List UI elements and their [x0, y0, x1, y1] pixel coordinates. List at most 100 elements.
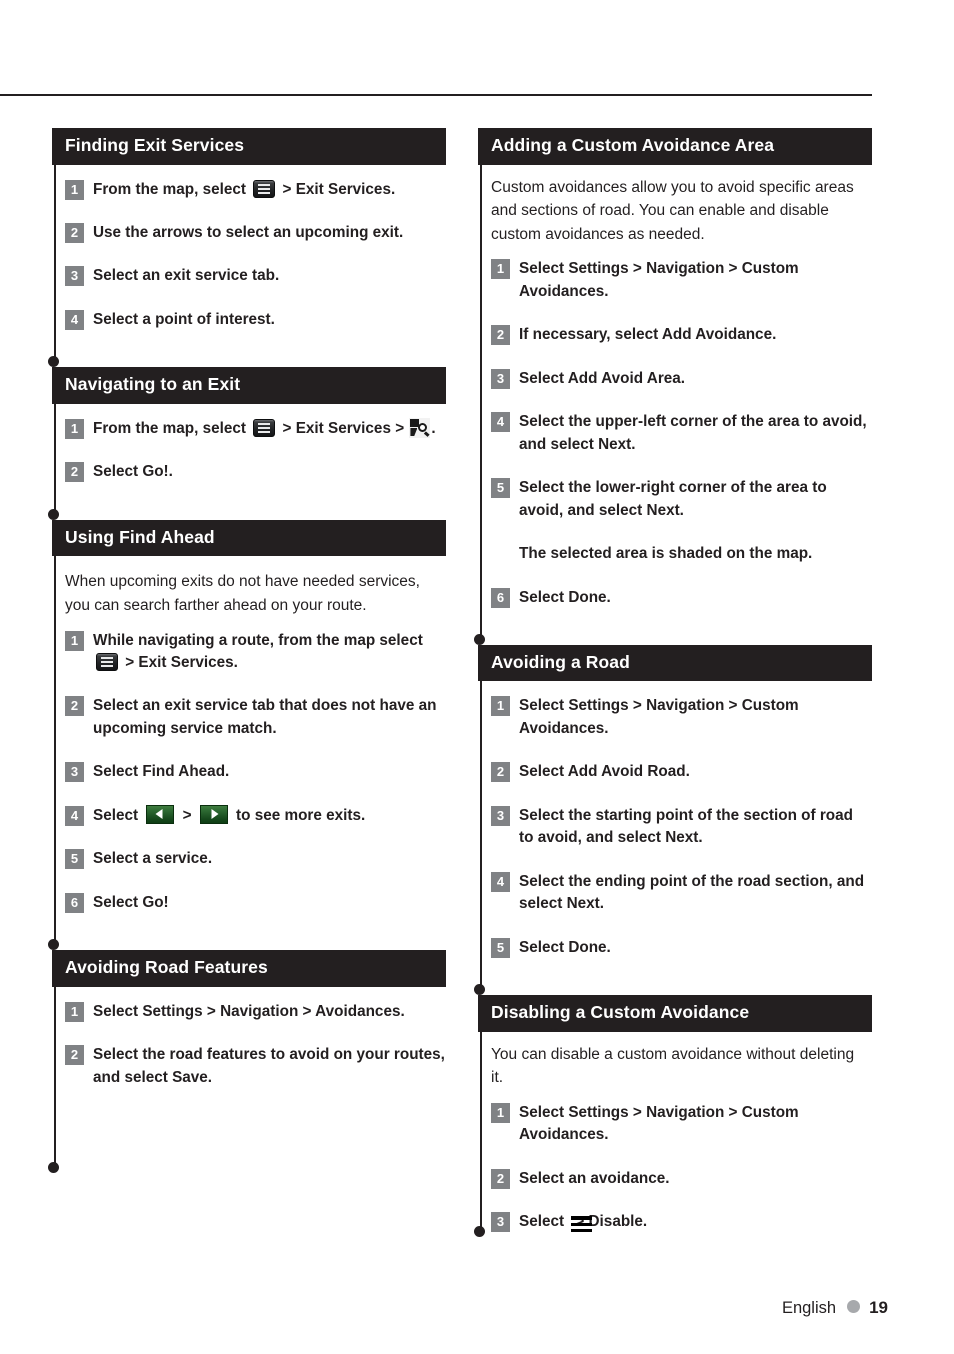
step-item: 1 Select Settings > Navigation > Custom … — [491, 1102, 872, 1147]
section-rule — [54, 986, 56, 1163]
section-body: 1 From the map, select > Exit Services >… — [48, 403, 446, 520]
section-end-dot — [48, 1161, 59, 1173]
step-text-mid: > — [178, 806, 196, 824]
step-number: 2 — [65, 1045, 84, 1066]
step-item: 6 Select Go! — [65, 892, 446, 914]
step-item: 1 While navigating a route, from the map… — [65, 630, 446, 675]
section-rule — [54, 403, 56, 510]
step-item: 4 Select the ending point of the road se… — [491, 871, 872, 916]
step-text: Select Add Avoid Road. — [519, 763, 690, 781]
section-rule — [54, 164, 56, 358]
section-intro: You can disable a custom avoidance witho… — [491, 1045, 855, 1087]
step-number: 1 — [65, 1001, 84, 1022]
step-number: 4 — [491, 871, 510, 892]
step-number: 3 — [491, 1212, 510, 1233]
step-number: 2 — [491, 325, 510, 346]
step-item: 2 Select Go!. — [65, 461, 446, 483]
section-note: The selected area is shaded on the map. — [519, 545, 813, 563]
step-item: 2 If necessary, select Add Avoidance. — [491, 324, 872, 346]
header-rule — [0, 94, 872, 96]
step-text: Select Go!. — [93, 463, 173, 481]
left-column: Finding Exit Services 1 From the map, se… — [48, 128, 446, 1173]
step-text: If necessary, select Add Avoidance. — [519, 326, 777, 344]
step-text: Select Done. — [519, 938, 611, 956]
step-number: 2 — [65, 222, 84, 243]
step-item: 3 Select Add Avoid Area. — [491, 368, 872, 390]
step-number: 5 — [65, 849, 84, 870]
step-item: 4 Select the upper-left corner of the ar… — [491, 411, 872, 456]
section-navigating-to-an-exit: Navigating to an Exit 1 From the map, se… — [48, 367, 446, 520]
footer-page-number: 19 — [869, 1298, 888, 1317]
step-text-post: to see more exits. — [231, 806, 366, 824]
step-text: Select a service. — [93, 850, 213, 868]
step-text-pre: From the map, select — [93, 180, 251, 198]
step-item: 1 Select Settings > Navigation > Custom … — [491, 695, 872, 740]
step-number: 1 — [491, 259, 510, 280]
step-text: Select the ending point of the road sect… — [519, 872, 865, 913]
step-text: Select Add Avoid Area. — [519, 369, 686, 387]
step-text-pre: From the map, select — [93, 419, 251, 437]
step-number: 4 — [65, 805, 84, 826]
section-using-find-ahead: Using Find Ahead When upcoming exits do … — [48, 519, 446, 951]
step-item: 6 Select Done. — [491, 587, 872, 609]
section-title: Finding Exit Services — [52, 128, 446, 165]
section-title: Navigating to an Exit — [52, 367, 446, 404]
section-avoiding-a-road: Avoiding a Road 1 Select Settings > Navi… — [474, 644, 872, 996]
step-item: 1 Select Settings > Navigation > Custom … — [491, 258, 872, 303]
section-title: Avoiding Road Features — [52, 950, 446, 987]
step-item: 4 Select a point of interest. — [65, 309, 446, 331]
section-end-dot — [48, 508, 59, 520]
step-text: Select Settings > Navigation > Avoidance… — [93, 1002, 405, 1020]
step-item: 2 Select the road features to avoid on y… — [65, 1044, 446, 1089]
section-title: Disabling a Custom Avoidance — [478, 995, 872, 1032]
step-number: 1 — [491, 696, 510, 717]
step-number: 3 — [65, 266, 84, 287]
menu-button-icon — [96, 652, 118, 671]
section-adding-a-custom-avoidance-area: Adding a Custom Avoidance Area Custom av… — [474, 128, 872, 645]
step-item: 2 Select an avoidance. — [491, 1168, 872, 1190]
section-title: Adding a Custom Avoidance Area — [478, 128, 872, 165]
section-body: When upcoming exits do not have needed s… — [48, 556, 446, 951]
section-rule — [480, 164, 482, 635]
step-number: 4 — [65, 309, 84, 330]
step-item: 3 Select the starting point of the secti… — [491, 805, 872, 850]
step-item: 3 Select Find Ahead. — [65, 761, 446, 783]
step-text: Select an exit service tab that does not… — [93, 697, 437, 737]
step-text-mid: > Exit Services > — [278, 419, 409, 437]
step-number: 1 — [491, 1102, 510, 1123]
green-right-arrow-icon — [199, 804, 228, 824]
green-left-arrow-icon — [146, 804, 175, 824]
step-item: 3 Select > Disable. — [491, 1211, 872, 1236]
step-number: 4 — [491, 412, 510, 433]
two-column-layout: Finding Exit Services 1 From the map, se… — [0, 128, 954, 1241]
section-body: Custom avoidances allow you to avoid spe… — [474, 164, 872, 645]
step-number: 1 — [65, 630, 84, 651]
step-item: 1 From the map, select > Exit Services >… — [65, 417, 446, 440]
footer-language: English — [781, 1299, 837, 1317]
step-item: 5 Select Done. — [491, 937, 872, 959]
page-content: Finding Exit Services 1 From the map, se… — [0, 128, 954, 1241]
step-text-post: . — [431, 419, 436, 437]
step-item: 2 Select Add Avoid Road. — [491, 761, 872, 783]
right-column: Adding a Custom Avoidance Area Custom av… — [474, 128, 872, 1241]
section-body: You can disable a custom avoidance witho… — [474, 1031, 872, 1237]
step-number: 1 — [65, 179, 84, 200]
footer-separator-dot — [847, 1300, 861, 1313]
step-number: 3 — [491, 805, 510, 826]
step-text: Select > to see more exits. — [93, 804, 445, 827]
section-title: Avoiding a Road — [478, 644, 872, 682]
step-text-pre: While navigating a route, from the map s… — [93, 631, 423, 649]
step-text: Select Find Ahead. — [93, 763, 230, 781]
step-text: From the map, select > Exit Services. — [93, 179, 445, 201]
menu-button-icon — [253, 179, 276, 198]
step-text-pre: Select — [519, 1213, 569, 1231]
step-item: 2 Use the arrows to select an upcoming e… — [65, 222, 446, 244]
step-number: 3 — [491, 368, 510, 389]
section-intro: Custom avoidances allow you to avoid spe… — [491, 178, 854, 243]
step-item: 4 Select > to see more exits. — [65, 804, 446, 827]
step-text: Select > Disable. — [519, 1211, 871, 1236]
page-footer: English 19 — [0, 1298, 954, 1318]
step-item: 5 Select a service. — [65, 848, 446, 870]
step-number: 6 — [65, 892, 84, 913]
step-number: 2 — [65, 462, 84, 483]
